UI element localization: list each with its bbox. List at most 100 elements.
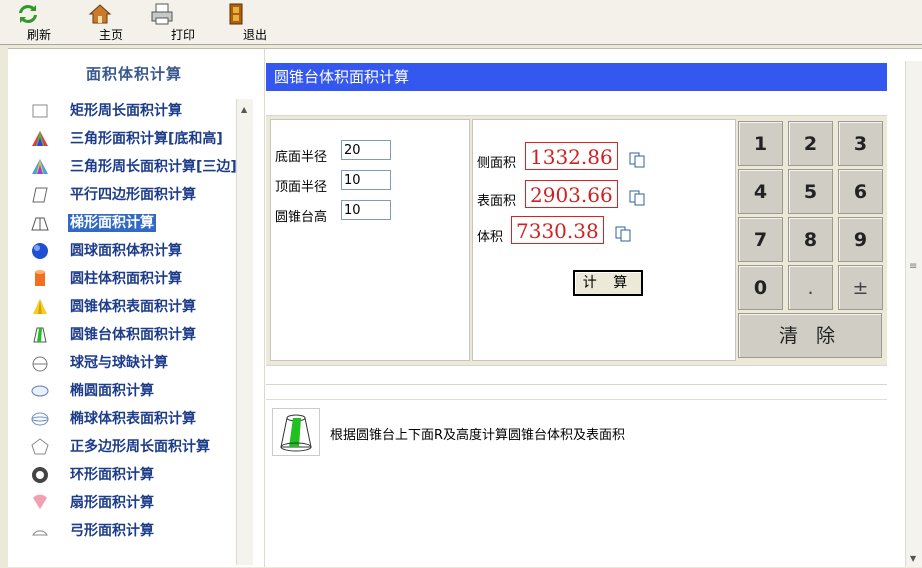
sidebar-scrollbar[interactable]: ▲ xyxy=(236,99,253,565)
sidebar-item[interactable]: 环形面积计算 xyxy=(28,463,233,487)
sidebar: 面积体积计算 矩形周长面积计算 三角形面积计算[底和高] 三角形周长面积计算[三边]… xyxy=(24,61,253,567)
sidebar-item[interactable]: 圆柱体积面积计算 xyxy=(28,267,233,291)
spherical-cap-icon xyxy=(32,356,48,372)
triangle-icon xyxy=(32,131,48,146)
height-label: 圆锥台高 xyxy=(275,210,328,225)
sidebar-item[interactable]: 梯形面积计算 xyxy=(28,211,233,235)
sidebar-item-label: 矩形周长面积计算 xyxy=(70,103,182,119)
printer-icon xyxy=(151,3,173,25)
sidebar-item[interactable]: 圆锥台体积面积计算 xyxy=(28,323,233,347)
height-input[interactable] xyxy=(341,200,391,220)
ring-icon xyxy=(32,467,48,483)
exit-door-icon xyxy=(229,3,243,25)
sidebar-item-label: 梯形面积计算 xyxy=(68,214,156,232)
keypad-key[interactable]: ± xyxy=(838,265,883,310)
surface-area-value: 2903.66 xyxy=(525,180,618,208)
surface-area-label: 表面积 xyxy=(477,194,517,209)
keypad-key[interactable]: 5 xyxy=(788,169,833,214)
keypad-key[interactable]: . xyxy=(788,265,833,310)
scroll-grip-icon[interactable]: ≡ xyxy=(909,261,917,272)
number-keypad: 1 2 3 4 5 6 7 8 9 0. ± 清 除 xyxy=(736,119,886,359)
volume-value: 7330.38 xyxy=(511,216,604,244)
sidebar-divider xyxy=(264,49,265,567)
polygon-icon xyxy=(31,438,49,455)
copy-volume-icon[interactable] xyxy=(615,226,631,242)
keypad-key[interactable]: 4 xyxy=(738,169,783,214)
top-radius-input[interactable] xyxy=(341,170,391,190)
refresh-label: 刷新 xyxy=(26,28,51,42)
sidebar-item[interactable]: 圆球面积体积计算 xyxy=(28,239,233,263)
cylinder-icon xyxy=(35,270,45,286)
scroll-up-icon[interactable]: ▲ xyxy=(241,105,247,114)
keypad-key[interactable]: 6 xyxy=(838,169,883,214)
frustum-icon xyxy=(33,327,47,343)
scroll-down-icon[interactable]: ▼ xyxy=(910,554,916,563)
trapezoid-icon xyxy=(31,217,49,231)
sidebar-item[interactable]: 平行四边形面积计算 xyxy=(28,183,233,207)
sidebar-item-label: 椭圆面积计算 xyxy=(70,383,154,399)
print-button[interactable]: 打印 xyxy=(151,0,206,44)
description-text: 根据圆锥台上下面R及高度计算圆锥台体积及表面积 xyxy=(330,428,626,443)
volume-label: 体积 xyxy=(477,230,504,245)
lateral-area-value: 1332.86 xyxy=(525,142,618,170)
sidebar-item-label: 弓形面积计算 xyxy=(70,523,154,539)
sidebar-item[interactable]: 三角形面积计算[底和高] xyxy=(28,127,233,151)
sidebar-item[interactable]: 弓形面积计算 xyxy=(28,519,233,543)
copy-lateral-icon[interactable] xyxy=(629,152,645,168)
sidebar-item-label: 扇形面积计算 xyxy=(70,495,154,511)
sidebar-item-label: 圆锥台体积面积计算 xyxy=(70,327,196,343)
keypad-key[interactable]: 2 xyxy=(788,121,833,166)
lateral-area-label: 侧面积 xyxy=(477,156,517,171)
ellipsoid-icon xyxy=(31,412,49,426)
sidebar-item[interactable]: 三角形周长面积计算[三边] xyxy=(28,155,237,179)
bottom-radius-input[interactable] xyxy=(341,140,391,160)
refresh-icon xyxy=(19,4,37,24)
keypad-key[interactable]: 8 xyxy=(788,217,833,262)
sidebar-item-label: 球冠与球缺计算 xyxy=(70,355,168,371)
sidebar-item-label: 正多边形周长面积计算 xyxy=(70,439,210,455)
calculator-panel: 底面半径 顶面半径 圆锥台高 侧面积 1332.86 表面积 xyxy=(266,95,887,365)
output-panel: 侧面积 1332.86 表面积 2903.66 体积 7330.38 计 算 xyxy=(472,119,736,361)
sidebar-item-label: 圆柱体积面积计算 xyxy=(70,271,182,287)
keypad-key[interactable]: 1 xyxy=(738,121,783,166)
keypad-key[interactable]: 3 xyxy=(838,121,883,166)
sidebar-item-label: 椭球体积表面积计算 xyxy=(70,411,196,427)
sidebar-item-label: 圆锥体积表面积计算 xyxy=(70,299,196,315)
sidebar-item[interactable]: 扇形面积计算 xyxy=(28,491,233,515)
home-button[interactable]: 主页 xyxy=(88,0,134,44)
calculate-button[interactable]: 计 算 xyxy=(573,270,643,296)
segment-icon xyxy=(32,530,48,536)
exit-button[interactable]: 退出 xyxy=(229,0,278,44)
input-panel: 底面半径 顶面半径 圆锥台高 xyxy=(270,119,470,361)
frustum-thumbnail-icon xyxy=(272,408,320,456)
sidebar-item[interactable]: 圆锥体积表面积计算 xyxy=(28,295,233,319)
parallelogram-icon xyxy=(32,187,48,203)
keypad-key[interactable]: 0 xyxy=(738,265,783,310)
top-radius-label: 顶面半径 xyxy=(275,180,328,195)
keypad-key[interactable]: 9 xyxy=(838,217,883,262)
toolbar: 刷新 主页 打印 退出 xyxy=(0,0,922,45)
sidebar-item[interactable]: 矩形周长面积计算 xyxy=(28,99,233,123)
sidebar-item[interactable]: 椭球体积表面积计算 xyxy=(28,407,233,431)
refresh-button[interactable]: 刷新 xyxy=(16,0,62,44)
app-window: 面积体积计算 矩形周长面积计算 三角形面积计算[底和高] 三角形周长面积计算[三边]… xyxy=(8,48,922,567)
copy-surface-icon[interactable] xyxy=(629,190,645,206)
sector-icon xyxy=(33,494,47,509)
clear-button[interactable]: 清 除 xyxy=(738,313,882,358)
bottom-radius-label: 底面半径 xyxy=(275,150,328,165)
main-scrollbar[interactable]: ≡ ▼ xyxy=(905,61,922,567)
exit-label: 退出 xyxy=(242,28,267,42)
sphere-icon xyxy=(32,243,48,259)
home-label: 主页 xyxy=(98,28,123,42)
sidebar-item-label: 三角形周长面积计算[三边] xyxy=(70,159,237,175)
keypad-key[interactable]: 7 xyxy=(738,217,783,262)
sidebar-item[interactable]: 球冠与球缺计算 xyxy=(28,351,233,375)
home-icon xyxy=(88,4,112,24)
description-panel: 根据圆锥台上下面R及高度计算圆锥台体积及表面积 xyxy=(266,399,887,560)
calculator-title: 圆锥台体积面积计算 xyxy=(266,63,887,91)
print-label: 打印 xyxy=(170,28,195,42)
sidebar-item-label: 环形面积计算 xyxy=(70,467,154,483)
sidebar-item[interactable]: 正多边形周长面积计算 xyxy=(28,435,233,459)
sidebar-item[interactable]: 椭圆面积计算 xyxy=(28,379,233,403)
calculator-top-strip xyxy=(266,95,887,116)
